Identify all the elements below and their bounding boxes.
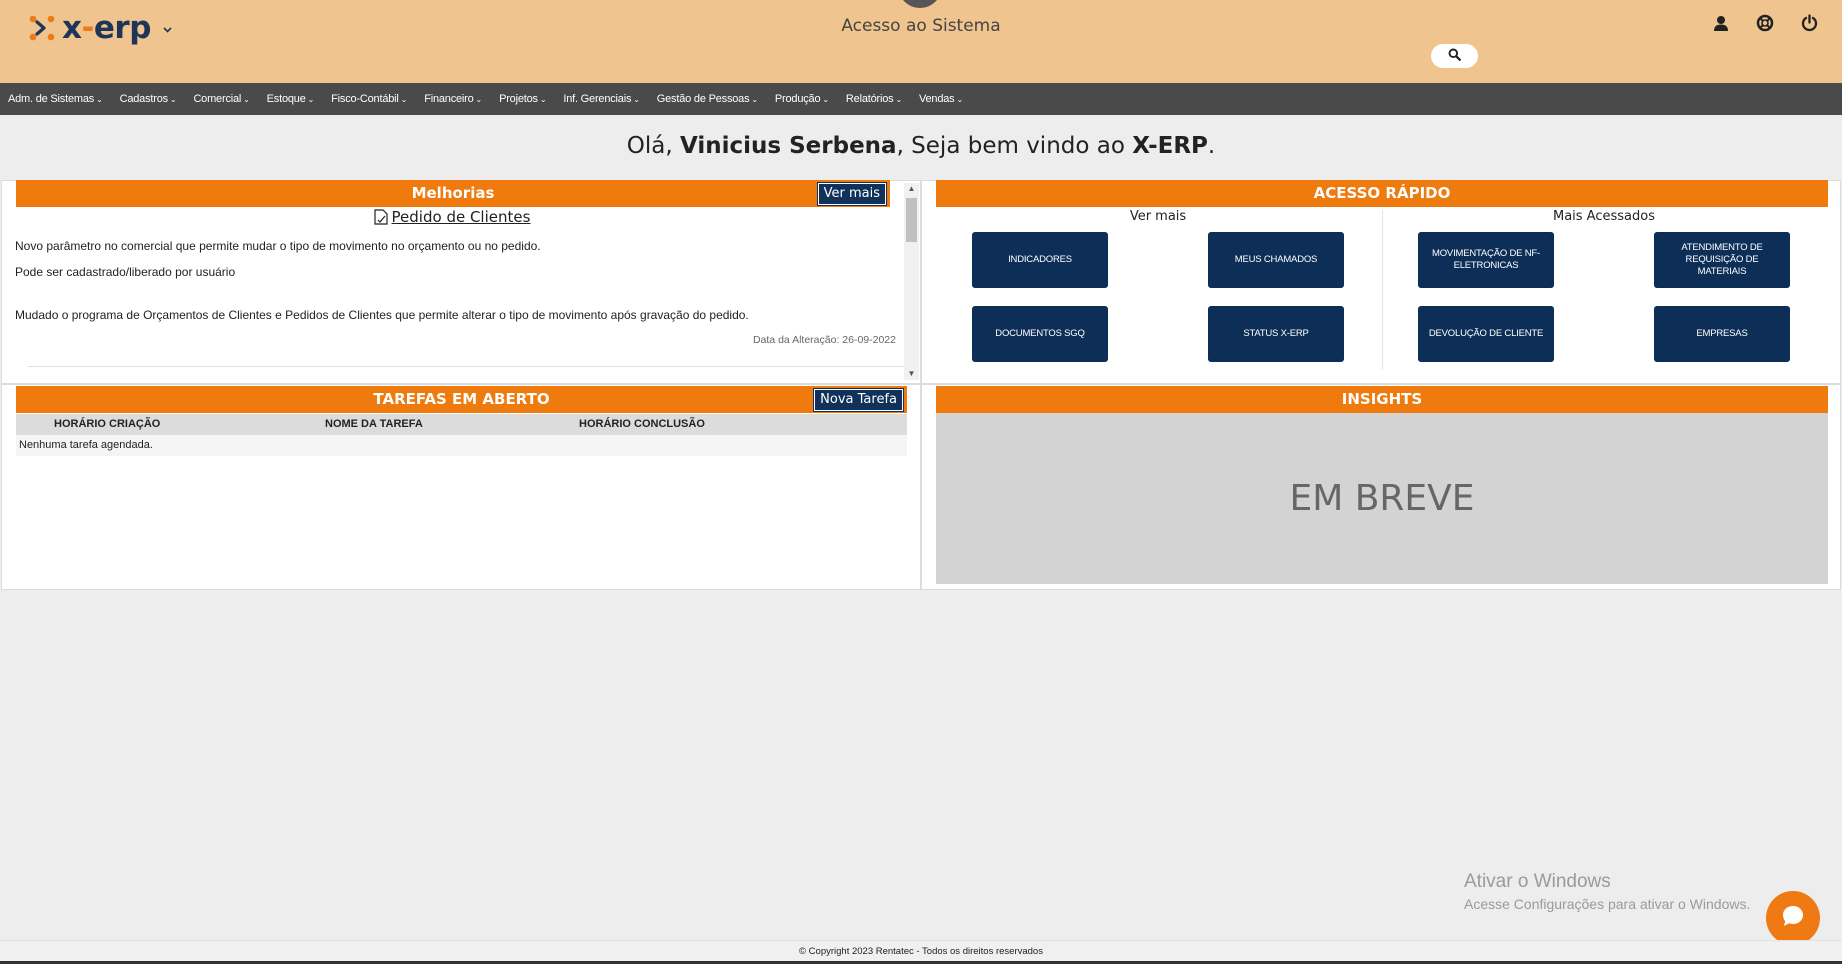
column-horario-criacao[interactable]: HORÁRIO CRIAÇÃO bbox=[54, 418, 160, 430]
menu-relatorios[interactable]: Relatórios ⌄ bbox=[846, 93, 902, 105]
dropdown-arrow-icon: ⌄ bbox=[475, 95, 483, 104]
menu-label: Fisco-Contábil bbox=[331, 93, 399, 105]
status-xerp-button[interactable]: STATUS X-ERP bbox=[1208, 306, 1344, 362]
menu-gestao-pessoas[interactable]: Gestão de Pessoas ⌄ bbox=[657, 93, 758, 105]
header-actions bbox=[1710, 12, 1820, 34]
melhorias-header: Melhorias Ver mais bbox=[16, 180, 890, 207]
dropdown-arrow-icon: ⌄ bbox=[895, 95, 902, 104]
news-line: Mudado o programa de Orçamentos de Clien… bbox=[15, 308, 749, 322]
dropdown-arrow-icon: ⌄ bbox=[243, 95, 250, 104]
dropdown-arrow-icon: ⌄ bbox=[633, 95, 640, 104]
dropdown-arrow-icon: ⌄ bbox=[751, 95, 758, 104]
page-title: Acesso ao Sistema bbox=[841, 16, 1001, 36]
menu-inf-gerenciais[interactable]: Inf. Gerenciais ⌄ bbox=[563, 93, 640, 105]
footer: © Copyright 2023 Rentatec - Todos os dir… bbox=[0, 940, 1842, 962]
table-header: HORÁRIO CRIAÇÃO NOME DA TAREFA HORÁRIO C… bbox=[16, 414, 907, 435]
dropdown-arrow-icon: ⌄ bbox=[307, 95, 315, 104]
watermark-subtitle: Acesse Configurações para ativar o Windo… bbox=[1464, 896, 1751, 912]
dropdown-arrow-icon: ⌄ bbox=[956, 95, 963, 104]
lifebuoy-icon[interactable] bbox=[1754, 12, 1776, 34]
divider bbox=[28, 366, 908, 367]
news-line: Novo parâmetro no comercial que permite … bbox=[15, 239, 541, 253]
acesso-rapido-header: ACESSO RÁPIDO bbox=[936, 180, 1828, 207]
menu-cadastros[interactable]: Cadastros ⌄ bbox=[120, 93, 177, 105]
menu-label: Produção bbox=[774, 93, 821, 105]
menu-label: Inf. Gerenciais bbox=[563, 93, 632, 105]
dropdown-arrow-icon: ⌄ bbox=[400, 95, 408, 104]
atendimento-requisicao-button[interactable]: ATENDIMENTO DE REQUISIÇÃO DE MATERIAIS bbox=[1654, 232, 1790, 288]
search-icon bbox=[1448, 48, 1461, 64]
news-item-title[interactable]: Pedido de Clientes bbox=[14, 208, 890, 229]
news-line: Pode ser cadastrado/liberado por usuário bbox=[15, 265, 236, 279]
scrollbar-thumb[interactable] bbox=[906, 198, 917, 242]
menu-producao[interactable]: Produção ⌄ bbox=[775, 93, 829, 105]
menu-label: Estoque bbox=[266, 93, 306, 105]
devolucao-cliente-button[interactable]: DEVOLUÇÃO DE CLIENTE bbox=[1418, 306, 1554, 362]
table-empty-row: Nenhuma tarefa agendada. bbox=[16, 435, 907, 456]
user-name: Vinicius Serbena bbox=[679, 133, 897, 159]
chat-button[interactable] bbox=[1766, 891, 1820, 945]
menu-financeiro[interactable]: Financeiro ⌄ bbox=[424, 93, 482, 105]
watermark-title: Ativar o Windows bbox=[1464, 871, 1611, 892]
scroll-down-icon[interactable]: ▼ bbox=[906, 369, 917, 378]
meus-chamados-button[interactable]: MEUS CHAMADOS bbox=[1208, 232, 1344, 288]
windows-activation-watermark: Ativar o Windows Acesse Configurações pa… bbox=[1464, 871, 1750, 912]
menu-label: Cadastros bbox=[119, 93, 169, 105]
insights-placeholder: EM BREVE bbox=[936, 413, 1828, 584]
movimentacao-nf-button[interactable]: MOVIMENTAÇÃO DE NF-ELETRONICAS bbox=[1418, 232, 1554, 288]
menu-estoque[interactable]: Estoque ⌄ bbox=[266, 93, 315, 105]
user-icon[interactable] bbox=[1710, 12, 1732, 34]
top-header: x-erp Acesso ao Sistema bbox=[0, 0, 1842, 83]
news-date: Data da Alteração: 26-09-2022 bbox=[752, 334, 896, 346]
top-tab-icon bbox=[898, 0, 942, 8]
ver-mais-column-title: Ver mais bbox=[1129, 209, 1187, 224]
tarefas-header: TAREFAS EM ABERTO Nova Tarefa bbox=[16, 386, 907, 413]
melhorias-title: Melhorias bbox=[411, 184, 495, 202]
empresas-button[interactable]: EMPRESAS bbox=[1654, 306, 1790, 362]
power-icon[interactable] bbox=[1798, 12, 1820, 34]
document-edit-icon bbox=[373, 209, 388, 229]
menu-label: Projetos bbox=[499, 93, 538, 105]
menu-vendas[interactable]: Vendas ⌄ bbox=[919, 93, 963, 105]
ver-mais-button[interactable]: Ver mais bbox=[816, 182, 888, 206]
dropdown-arrow-icon: ⌄ bbox=[539, 95, 547, 104]
mais-acessados-column-title: Mais Acessados bbox=[1552, 209, 1655, 224]
chat-bubble-icon bbox=[1780, 903, 1806, 934]
divider bbox=[1382, 210, 1383, 370]
main-menu: Adm. de Sistemas ⌄ Cadastros ⌄ Comercial ⌄ … bbox=[0, 83, 1842, 115]
menu-comercial[interactable]: Comercial ⌄ bbox=[193, 93, 249, 105]
menu-label: Comercial bbox=[193, 93, 242, 105]
indicadores-button[interactable]: INDICADORES bbox=[972, 232, 1108, 288]
documentos-sgq-button[interactable]: DOCUMENTOS SGQ bbox=[972, 306, 1108, 362]
insights-header: INSIGHTS bbox=[936, 386, 1828, 413]
dropdown-arrow-icon: ⌄ bbox=[822, 95, 829, 104]
menu-label: Relatórios bbox=[845, 93, 894, 105]
dropdown-arrow-icon: ⌄ bbox=[169, 95, 177, 104]
tarefas-title: TAREFAS EM ABERTO bbox=[373, 390, 550, 408]
menu-projetos[interactable]: Projetos ⌄ bbox=[499, 93, 546, 105]
column-horario-conclusao[interactable]: HORÁRIO CONCLUSÃO bbox=[579, 418, 705, 430]
menu-label: Financeiro bbox=[424, 93, 474, 105]
nova-tarefa-button[interactable]: Nova Tarefa bbox=[813, 388, 904, 412]
welcome-message: Olá, Vinicius Serbena, Seja bem vindo ao… bbox=[626, 133, 1216, 159]
menu-label: Vendas bbox=[918, 93, 955, 105]
menu-adm-sistemas[interactable]: Adm. de Sistemas ⌄ bbox=[8, 93, 103, 105]
menu-label: Adm. de Sistemas bbox=[8, 93, 95, 105]
menu-fisco-contabil[interactable]: Fisco-Contábil ⌄ bbox=[331, 93, 407, 105]
column-nome-tarefa[interactable]: NOME DA TAREFA bbox=[325, 418, 423, 430]
system-name: X-ERP bbox=[1132, 133, 1208, 159]
search-button[interactable] bbox=[1431, 44, 1478, 68]
dropdown-arrow-icon: ⌄ bbox=[96, 95, 103, 104]
scroll-up-icon[interactable]: ▲ bbox=[906, 184, 917, 193]
menu-label: Gestão de Pessoas bbox=[656, 93, 750, 105]
